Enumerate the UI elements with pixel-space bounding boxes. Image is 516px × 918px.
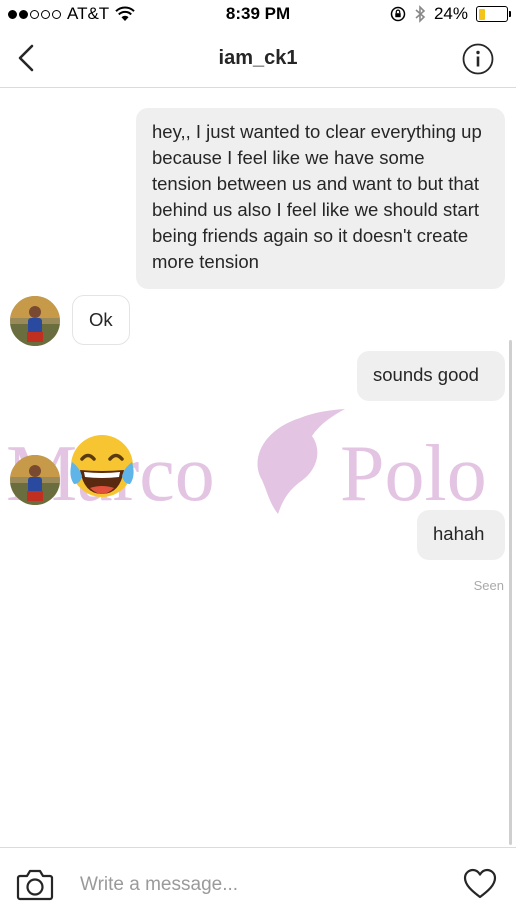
- info-circle-icon[interactable]: [462, 43, 494, 75]
- avatar[interactable]: [10, 296, 60, 346]
- dolphin-icon: [257, 409, 345, 514]
- message-composer: [0, 847, 516, 918]
- battery-fill: [478, 8, 485, 20]
- message-bubble-outgoing[interactable]: hey,, I just wanted to clear everything …: [136, 108, 505, 289]
- message-text: Ok: [89, 309, 113, 330]
- watermark-right-text: Polo: [340, 430, 487, 518]
- message-text: hahah: [433, 523, 485, 544]
- status-bar: AT&T 8:39 PM 24%: [0, 0, 516, 30]
- heart-icon[interactable]: [462, 866, 498, 902]
- conversation-header: iam_ck1: [0, 30, 516, 88]
- message-text: hey,, I just wanted to clear everything …: [152, 121, 482, 272]
- bluetooth-icon: [415, 5, 426, 23]
- camera-icon[interactable]: [16, 866, 54, 902]
- conversation-title[interactable]: iam_ck1: [0, 47, 516, 70]
- message-bubble-incoming[interactable]: Ok: [72, 295, 130, 345]
- message-text: sounds good: [373, 364, 479, 385]
- message-bubble-outgoing[interactable]: hahah: [417, 510, 505, 560]
- status-right: 24%: [390, 4, 511, 24]
- scrollbar[interactable]: [509, 340, 512, 845]
- emoji-message[interactable]: [66, 432, 142, 502]
- seen-receipt: Seen: [473, 578, 504, 593]
- battery-icon: [476, 6, 511, 22]
- rotation-lock-icon: [390, 6, 406, 22]
- battery-percent: 24%: [433, 4, 468, 23]
- avatar[interactable]: [10, 455, 60, 505]
- tears-of-joy-emoji-icon: [70, 435, 134, 497]
- message-input[interactable]: [80, 870, 440, 900]
- message-bubble-outgoing[interactable]: sounds good: [357, 351, 505, 401]
